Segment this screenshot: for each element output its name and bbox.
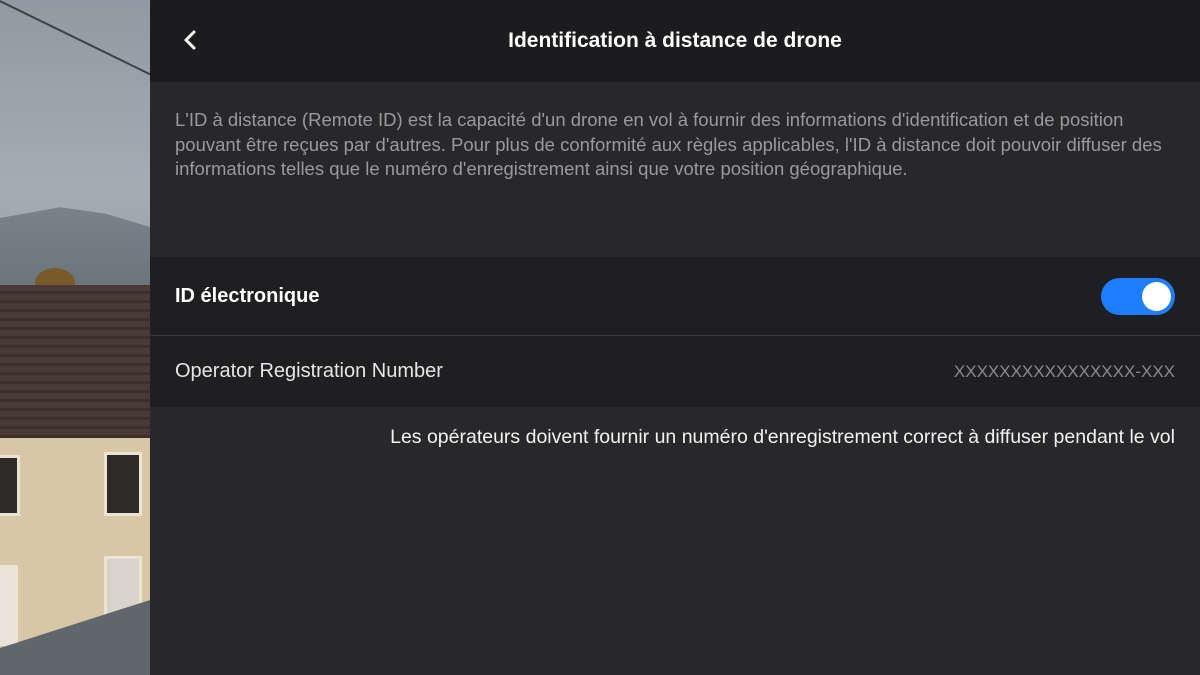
toggle-knob <box>1142 282 1171 311</box>
operator-registration-value[interactable]: XXXXXXXXXXXXXXXX-XXX <box>954 336 1175 407</box>
operator-registration-label: Operator Registration Number <box>175 360 443 382</box>
electronic-id-row: ID électronique <box>150 257 1200 336</box>
electronic-id-toggle[interactable] <box>1101 278 1175 315</box>
screen: Identification à distance de drone L'ID … <box>0 0 1200 675</box>
house-window <box>0 565 18 646</box>
remote-id-description: L'ID à distance (Remote ID) est la capac… <box>175 109 1162 179</box>
registration-note: Les opérateurs doivent fournir un numéro… <box>390 426 1175 448</box>
settings-section: ID électronique Operator Registration Nu… <box>150 257 1200 407</box>
house-roof <box>0 285 150 440</box>
back-button[interactable] <box>172 22 208 58</box>
house-window <box>104 452 142 516</box>
chevron-left-icon <box>184 30 196 50</box>
header-bar: Identification à distance de drone <box>150 0 1200 82</box>
remote-id-panel: Identification à distance de drone L'ID … <box>150 0 1200 675</box>
hills-scenery <box>0 207 150 290</box>
page-title: Identification à distance de drone <box>508 29 842 52</box>
camera-preview-background <box>0 0 150 675</box>
house-window <box>0 455 20 516</box>
power-line <box>0 0 150 90</box>
operator-registration-row[interactable]: Operator Registration Number XXXXXXXXXXX… <box>150 336 1200 407</box>
electronic-id-label: ID électronique <box>175 285 320 307</box>
